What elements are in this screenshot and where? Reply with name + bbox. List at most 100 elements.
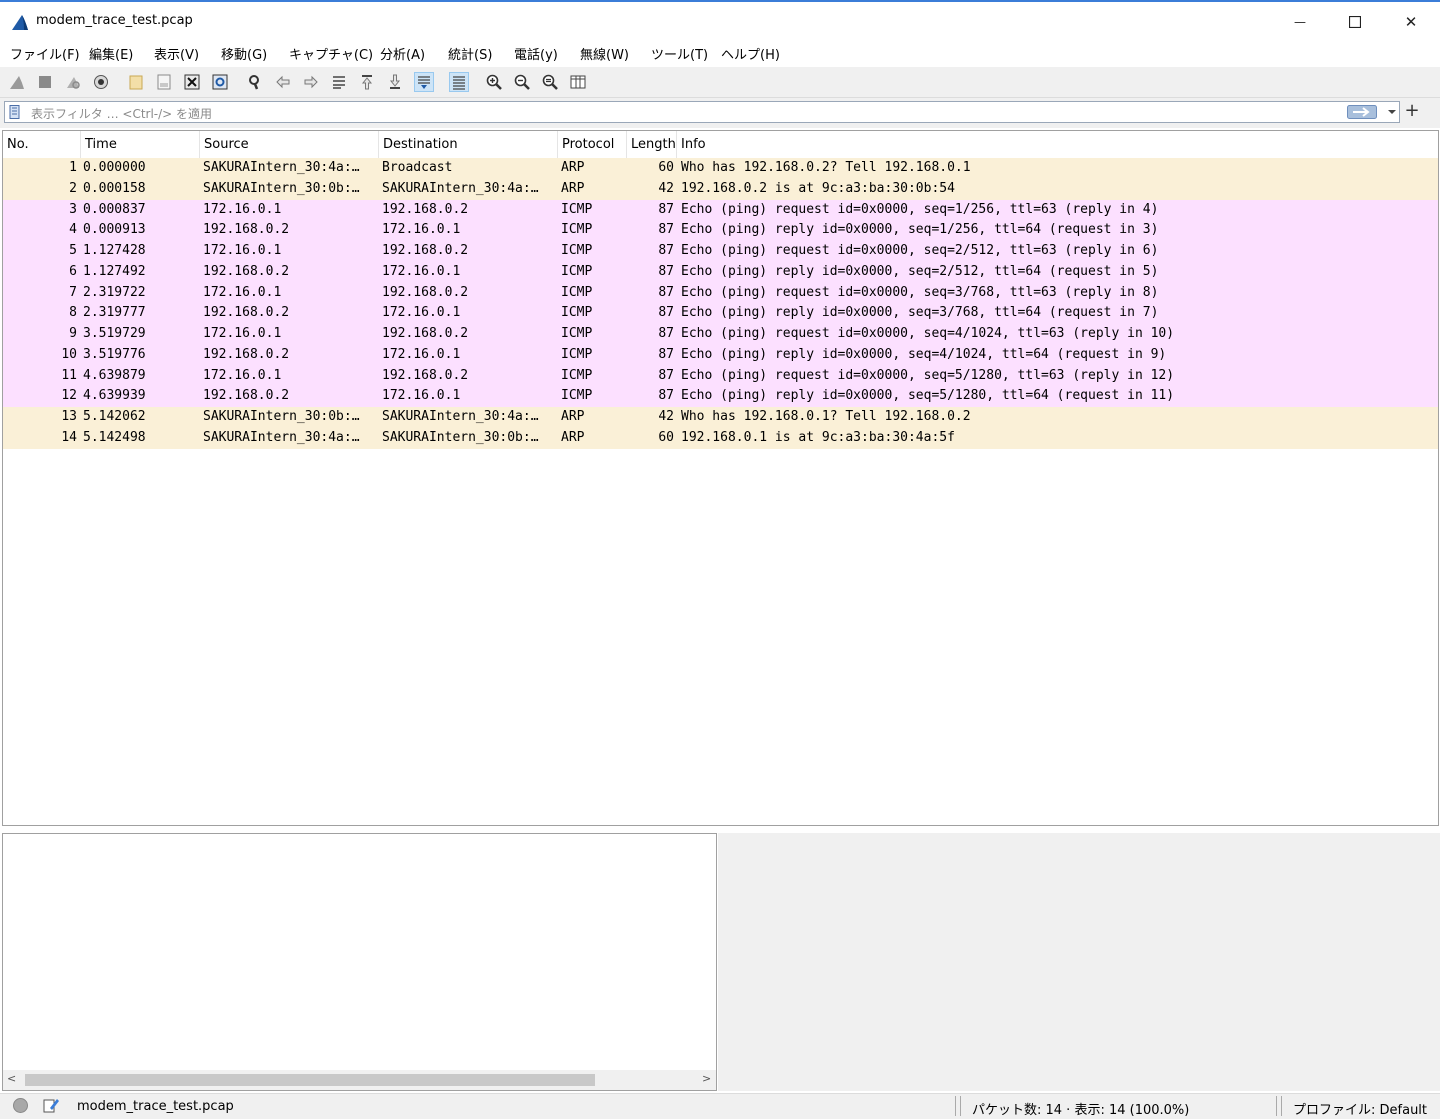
column-header-protocol[interactable]: Protocol [558,131,627,158]
details-horizontal-scrollbar[interactable]: < > [3,1070,716,1090]
row-source: 172.16.0.1 [203,243,282,258]
table-row[interactable]: 1 0.000000 SAKURAIntern_30:4a:… Broadcast AR… [3,158,1438,179]
table-row[interactable]: 6 1.127492 192.168.0.2 172.16.0.1 ICMP 87 Echo… [3,261,1438,283]
row-destination: 192.168.0.2 [382,367,469,383]
status-packet-count: パケット数: 14 · 表示: 14 (100.0%) [972,1103,1190,1118]
menu-edit[interactable]: 編集(E) [89,44,133,63]
status-profile[interactable]: プロファイル: Default [1293,1099,1427,1118]
row-source: 192.168.0.2 [203,263,290,279]
scroll-right-arrow-icon[interactable]: > [702,1072,711,1085]
menu-analyze[interactable]: 分析(A) [380,44,425,63]
resize-columns-icon [570,75,586,89]
packet-details-pane[interactable] [2,833,717,1091]
open-folder-icon [129,75,143,90]
table-row[interactable]: 9 3.519729 172.16.0.1 192.168.0.2 ICMP 87 Echo… [3,324,1438,345]
menu-statistics[interactable]: 統計(S) [448,44,492,63]
capture-options-button[interactable] [91,72,111,92]
zoom-out-button[interactable] [512,72,532,92]
table-row[interactable]: 13 5.142062 SAKURAIntern_30:0b:… SAKURAInte… [3,407,1438,428]
filter-history-dropdown-icon[interactable] [1387,106,1397,118]
row-no: 9 [69,326,77,341]
table-row[interactable]: 3 0.000837 172.16.0.1 192.168.0.2 ICMP 87 Echo… [3,199,1438,221]
go-to-packet-button[interactable] [329,72,349,92]
column-header-source[interactable]: Source [200,131,379,158]
menu-telephony[interactable]: 電話(y) [514,44,558,63]
table-row[interactable]: 7 2.319722 172.16.0.1 192.168.0.2 ICMP 87 Echo… [3,282,1438,304]
autoscroll-button[interactable] [414,72,434,92]
minimize-button[interactable]: — [1277,8,1323,36]
row-protocol: ICMP [561,388,593,404]
row-source: 192.168.0.2 [203,346,290,362]
row-time: 1.127428 [83,243,146,258]
column-header-no[interactable]: No. [3,131,81,158]
row-length: 87 [658,388,674,404]
menu-file[interactable]: ファイル(F) [10,44,80,63]
column-header-length[interactable]: Length [627,131,677,158]
find-packet-button[interactable] [245,72,265,92]
row-time: 0.000158 [83,180,146,196]
zoom-normal-button[interactable] [540,72,560,92]
apply-filter-arrow-icon[interactable] [1347,105,1377,119]
row-info: Echo (ping) reply id=0x0000, seq=3/768, … [681,305,1159,321]
row-length: 60 [658,429,674,445]
add-filter-button[interactable]: + [1404,101,1420,121]
row-no: 3 [69,201,77,217]
last-packet-button[interactable] [385,72,405,92]
filter-bookmark-icon[interactable] [9,105,21,120]
row-no: 11 [61,367,77,383]
colorize-button[interactable] [449,72,469,92]
menu-help[interactable]: ヘルプ(H) [721,44,780,63]
close-file-button[interactable] [182,72,202,92]
display-filter-input[interactable]: 表示フィルタ … <Ctrl-/> を適用 [4,101,1400,123]
table-row[interactable]: 11 4.639879 172.16.0.1 192.168.0.2 ICMP 87 Ech… [3,365,1438,387]
capture-comment-icon[interactable] [42,1096,60,1114]
go-back-button[interactable] [273,72,293,92]
open-file-button[interactable] [126,72,146,92]
row-source: 172.16.0.1 [203,367,282,383]
maximize-button[interactable] [1332,8,1378,36]
table-row[interactable]: 10 3.519776 192.168.0.2 172.16.0.1 ICMP 87 Ech… [3,344,1438,366]
row-no: 2 [69,180,77,196]
zoom-out-icon [514,74,530,90]
scroll-left-arrow-icon[interactable]: < [7,1072,16,1085]
column-header-destination[interactable]: Destination [379,131,558,158]
menu-capture[interactable]: キャプチャ(C) [289,44,373,63]
row-protocol: ICMP [561,367,593,383]
row-source: 172.16.0.1 [203,201,282,217]
row-protocol: ICMP [561,305,593,321]
start-capture-button[interactable] [7,72,27,92]
reload-file-button[interactable] [210,72,230,92]
row-destination: 192.168.0.2 [382,201,469,217]
menu-view[interactable]: 表示(V) [154,44,199,63]
table-row[interactable]: 5 1.127428 172.16.0.1 192.168.0.2 ICMP 87 Echo… [3,241,1438,262]
row-destination: 172.16.0.1 [382,388,461,404]
table-row[interactable]: 14 5.142498 SAKURAIntern_30:4a:… SAKURAInte… [3,427,1438,449]
packet-list[interactable]: No. Time Source Destination Protocol Len… [2,130,1439,826]
row-source: 192.168.0.2 [203,388,290,404]
row-no: 5 [69,243,77,258]
go-forward-button[interactable] [301,72,321,92]
table-row[interactable]: 12 4.639939 192.168.0.2 172.16.0.1 ICMP 87 Ech… [3,386,1438,407]
stop-capture-button[interactable] [35,72,55,92]
save-file-button[interactable] [154,72,174,92]
first-packet-button[interactable] [357,72,377,92]
menu-tools[interactable]: ツール(T) [651,44,708,63]
expert-info-icon[interactable] [13,1098,28,1113]
row-protocol: ICMP [561,346,593,362]
column-header-time[interactable]: Time [81,131,200,158]
table-row[interactable]: 8 2.319777 192.168.0.2 172.16.0.1 ICMP 87 Echo… [3,303,1438,324]
menu-go[interactable]: 移動(G) [221,44,267,63]
row-info: Echo (ping) reply id=0x0000, seq=1/256, … [681,222,1159,238]
row-no: 6 [69,263,77,279]
menu-wireless[interactable]: 無線(W) [580,44,629,63]
table-row[interactable]: 2 0.000158 SAKURAIntern_30:0b:… SAKURAInter… [3,178,1438,200]
column-header-info[interactable]: Info [677,131,1438,158]
row-destination: 172.16.0.1 [382,263,461,279]
resize-columns-button[interactable] [568,72,588,92]
row-no: 4 [69,222,77,238]
close-button[interactable]: ✕ [1388,8,1434,36]
scrollbar-thumb[interactable] [25,1074,595,1086]
restart-capture-button[interactable] [63,72,83,92]
zoom-in-button[interactable] [484,72,504,92]
table-row[interactable]: 4 0.000913 192.168.0.2 172.16.0.1 ICMP 87 Echo… [3,220,1438,241]
